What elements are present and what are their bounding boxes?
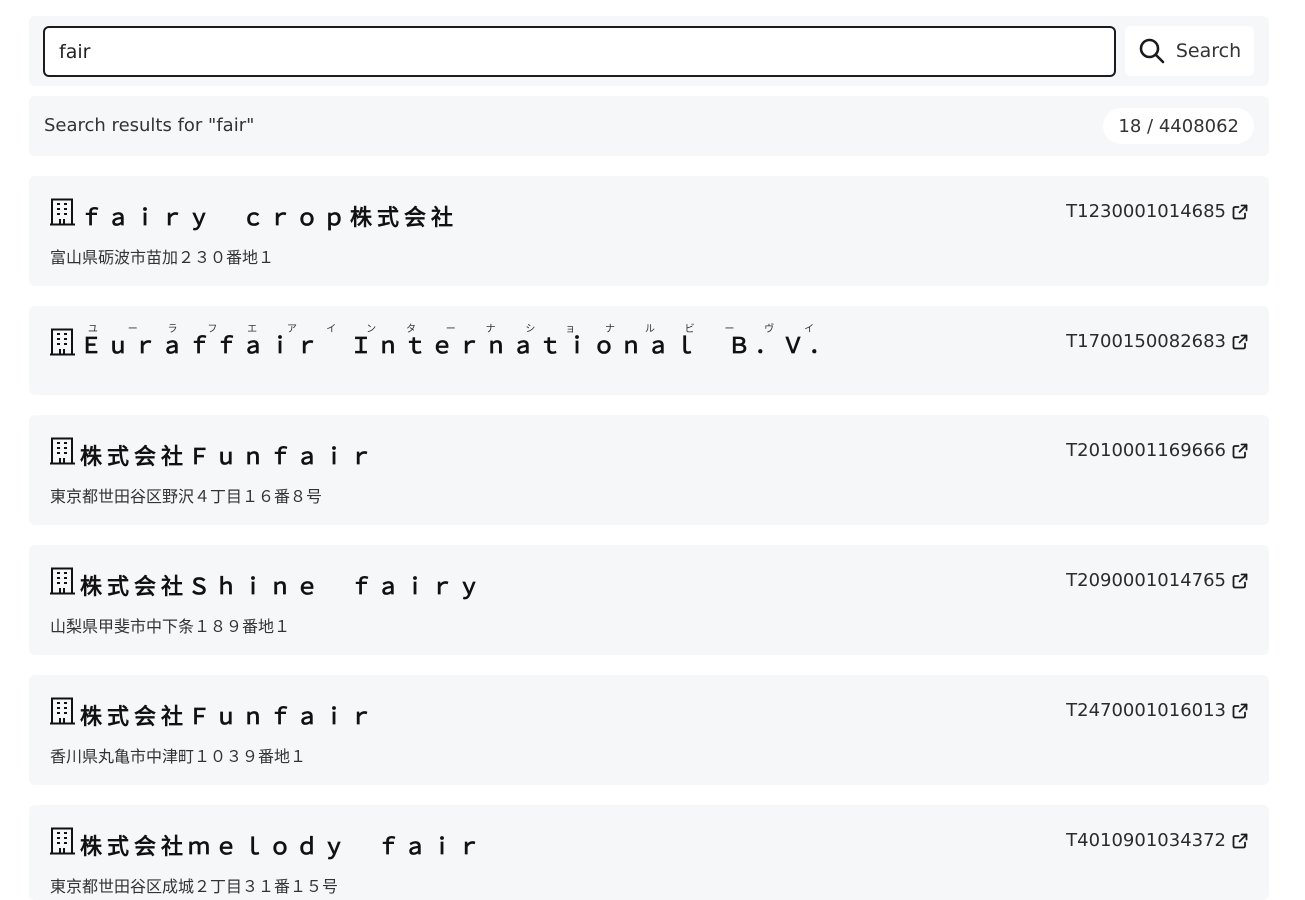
- search-button-label: Search: [1175, 40, 1242, 62]
- building-icon: [50, 697, 76, 725]
- company-address: 富山県砺波市苗加２３０番地１: [50, 248, 275, 267]
- registration-number: T2010001169666: [1066, 440, 1226, 461]
- company-name: 株式会社Ｓｈｉｎｅ ｆａｉｒｙ: [80, 575, 486, 600]
- result-card: ｆａｉｒｙ ｃｒｏｐ株式会社 富山県砺波市苗加２３０番地１ T123000101…: [29, 176, 1269, 286]
- company-address: 東京都世田谷区成城２丁目３１番１５号: [50, 877, 339, 896]
- result-card: 株式会社Ｆｕｎｆａｉｒ 東京都世田谷区野沢４丁目１６番８号 T201000116…: [29, 415, 1269, 525]
- company-name: 株式会社ｍｅｌｏｄｙ ｆａｉｒ: [80, 835, 486, 860]
- results-title: Search results for "fair": [44, 115, 255, 136]
- building-icon: [50, 827, 76, 855]
- result-card: 株式会社Ｓｈｉｎｅ ｆａｉｒｙ 山梨県甲斐市中下条１８９番地１ T2090001…: [29, 545, 1269, 655]
- registration-link[interactable]: T2470001016013: [1066, 700, 1248, 721]
- search-icon: [1138, 37, 1166, 65]
- company-name: ｆａｉｒｙ ｃｒｏｐ株式会社: [80, 206, 459, 231]
- company-name-furigana: ユーラフエアインターナショナルビーヴイ: [80, 324, 837, 335]
- external-link-icon: [1232, 703, 1248, 719]
- search-panel: Search: [29, 16, 1269, 86]
- company-name: 株式会社Ｆｕｎｆａｉｒ: [80, 705, 378, 730]
- building-icon: [50, 567, 76, 595]
- results-header: Search results for "fair" 18 / 4408062: [29, 96, 1269, 156]
- building-icon: [50, 198, 76, 226]
- company-address: 香川県丸亀市中津町１０３９番地１: [50, 747, 307, 766]
- company-address: 山梨県甲斐市中下条１８９番地１: [50, 617, 291, 636]
- registration-link[interactable]: T1700150082683: [1066, 331, 1248, 352]
- registration-number: T1230001014685: [1066, 201, 1226, 222]
- registration-link[interactable]: T2090001014765: [1066, 570, 1248, 591]
- company-address: 東京都世田谷区野沢４丁目１６番８号: [50, 487, 323, 506]
- registration-number: T2090001014765: [1066, 570, 1226, 591]
- registration-link[interactable]: T4010901034372: [1066, 830, 1248, 851]
- search-input[interactable]: [43, 26, 1116, 77]
- company-name: 株式会社Ｆｕｎｆａｉｒ: [80, 445, 378, 470]
- result-card: 株式会社ｍｅｌｏｄｙ ｆａｉｒ 東京都世田谷区成城２丁目３１番１５号 T4010…: [29, 805, 1269, 900]
- building-icon: [50, 328, 76, 356]
- search-button[interactable]: Search: [1125, 26, 1254, 76]
- registration-link[interactable]: T2010001169666: [1066, 440, 1248, 461]
- registration-link[interactable]: T1230001014685: [1066, 201, 1248, 222]
- company-name: Ｅｕｒａｆｆａｉｒ Ｉｎｔｅｒｎａｔｉｏｎａｌ Ｂ．Ｖ．ユーラフエアインターナシ…: [80, 324, 836, 360]
- external-link-icon: [1232, 443, 1248, 459]
- result-card: Ｅｕｒａｆｆａｉｒ Ｉｎｔｅｒｎａｔｉｏｎａｌ Ｂ．Ｖ．ユーラフエアインターナシ…: [29, 306, 1269, 395]
- external-link-icon: [1232, 334, 1248, 350]
- building-icon: [50, 437, 76, 465]
- registration-number: T2470001016013: [1066, 700, 1226, 721]
- company-name-text: Ｅｕｒａｆｆａｉｒ Ｉｎｔｅｒｎａｔｉｏｎａｌ Ｂ．Ｖ．: [80, 334, 837, 359]
- results-count-badge: 18 / 4408062: [1103, 108, 1254, 144]
- external-link-icon: [1232, 573, 1248, 589]
- external-link-icon: [1232, 204, 1248, 220]
- external-link-icon: [1232, 833, 1248, 849]
- result-card: 株式会社Ｆｕｎｆａｉｒ 香川県丸亀市中津町１０３９番地１ T2470001016…: [29, 675, 1269, 785]
- registration-number: T4010901034372: [1066, 830, 1226, 851]
- registration-number: T1700150082683: [1066, 331, 1226, 352]
